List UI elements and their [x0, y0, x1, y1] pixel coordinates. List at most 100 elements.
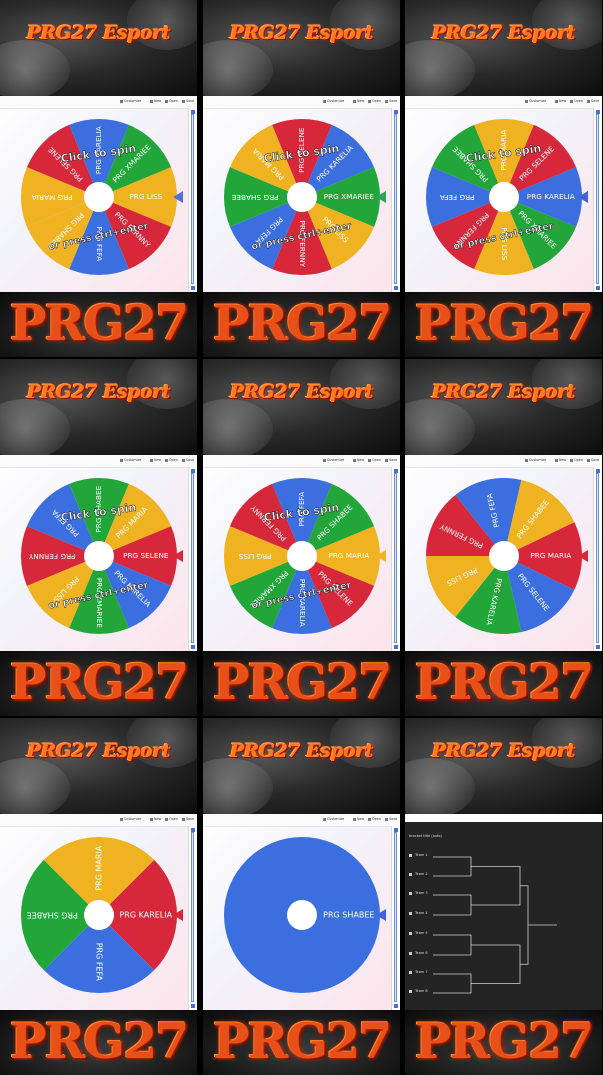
open-button-label: Open [372, 99, 381, 103]
new-button-label: New [154, 817, 162, 821]
open-icon [165, 817, 168, 821]
side-indicator-icon [191, 286, 195, 290]
customize-icon [323, 817, 326, 821]
open-button[interactable]: Open [570, 458, 583, 462]
bottom-banner: PRG27 [405, 651, 602, 716]
spin-wheel[interactable]: PRG SELENEPRG KARELIAPRG XMARIEEPRG LISS… [19, 476, 187, 636]
new-button[interactable]: New [353, 817, 364, 821]
customize-button-label: Customize [124, 817, 142, 821]
save-button[interactable]: Save [385, 817, 397, 821]
entries-side-panel[interactable] [188, 108, 197, 292]
customize-icon [120, 458, 123, 462]
spin-wheel[interactable]: PRG XMARIEEPRG LISSPRG FERNNYPRG FEFAPRG… [222, 117, 390, 277]
prg27-logo-text: PRG27 [212, 653, 393, 711]
open-button-label: Open [169, 99, 178, 103]
entries-textbox[interactable] [191, 832, 194, 1002]
wheel-hub[interactable] [84, 182, 114, 212]
wheel-hub[interactable] [84, 541, 114, 571]
customize-button[interactable]: Customize [525, 99, 546, 103]
wheel-screen: Customize New Open Save PRG MARIA PRG SELENE P… [203, 455, 400, 651]
save-button[interactable]: Save [182, 817, 194, 821]
prg27-logo-text: PRG27 [414, 1012, 595, 1070]
customize-button[interactable]: Customize [120, 99, 141, 103]
new-button[interactable]: New [150, 817, 161, 821]
entries-textbox[interactable] [394, 832, 397, 1002]
open-button[interactable]: Open [368, 817, 381, 821]
open-button[interactable]: Open [165, 458, 178, 462]
save-button[interactable]: Save [587, 458, 599, 462]
entries-textbox[interactable] [191, 114, 194, 284]
wheel-hub[interactable] [287, 182, 317, 212]
new-button[interactable]: New [353, 458, 364, 462]
entries-side-panel[interactable] [391, 826, 400, 1010]
entries-textbox[interactable] [596, 114, 599, 284]
customize-button[interactable]: Customize [323, 99, 344, 103]
spin-wheel[interactable]: PRG KARELIA PRG FEFA PRG SHABEE PRG MARIA [19, 835, 187, 995]
spin-wheel[interactable]: PRG MARIAPRG SELENEPRG KARELIAPRG XMARIE… [222, 476, 390, 636]
open-button-label: Open [169, 817, 178, 821]
prg27-logo-text: PRG27 [9, 653, 190, 711]
app-toolbar: Customize New Open Save [405, 96, 602, 109]
new-button[interactable]: New [150, 458, 161, 462]
entries-textbox[interactable] [394, 473, 397, 643]
new-button[interactable]: New [555, 458, 566, 462]
entries-side-panel[interactable] [391, 108, 400, 292]
spin-wheel[interactable]: PRG LISSPRG FERNNYPRG FEFAPRG SHABEEPRG … [19, 117, 187, 277]
entries-side-panel[interactable] [593, 108, 602, 292]
customize-button[interactable]: Customize [525, 458, 546, 462]
open-icon [570, 458, 573, 462]
entries-side-panel[interactable] [188, 467, 197, 651]
wheel-hub[interactable] [287, 900, 317, 930]
new-button-label: New [154, 458, 162, 462]
entries-side-panel[interactable] [593, 467, 602, 651]
entries-textbox[interactable] [191, 473, 194, 643]
open-button[interactable]: Open [165, 817, 178, 821]
spin-wheel[interactable]: PRG KARELIAPRG XMARIEEPRG LISSPRG FERNNY… [424, 117, 592, 277]
esport-logo-text: PRG27 Esport [229, 381, 374, 403]
panel-9: PRG27 Esport PRG27 bracket title (auto) Tea… [405, 718, 602, 1075]
open-button[interactable]: Open [165, 99, 178, 103]
spin-wheel[interactable]: PRG MARIAPRG SELENEPRG KARELIAPRG LISSPR… [424, 476, 592, 636]
save-button[interactable]: Save [182, 99, 194, 103]
entries-side-panel[interactable] [188, 826, 197, 1010]
customize-button[interactable]: Customize [120, 817, 141, 821]
wheel-hub[interactable] [84, 900, 114, 930]
save-button[interactable]: Save [587, 99, 599, 103]
entries-textbox[interactable] [596, 473, 599, 643]
new-button-label: New [357, 817, 365, 821]
panel-1: PRG27 Esport PRG27 Customize New Open Save PRG… [0, 0, 197, 357]
new-button-label: New [559, 99, 567, 103]
open-icon [368, 458, 371, 462]
wheel-slice-label: PRG FEFA [440, 193, 475, 202]
wheel-hub[interactable] [287, 541, 317, 571]
prg27-logo-text: PRG27 [414, 294, 595, 352]
customize-button[interactable]: Customize [323, 817, 344, 821]
save-button[interactable]: Save [385, 99, 397, 103]
customize-button[interactable]: Customize [323, 458, 344, 462]
new-button[interactable]: New [150, 99, 161, 103]
customize-button[interactable]: Customize [120, 458, 141, 462]
wheel-hub[interactable] [489, 541, 519, 571]
spin-wheel[interactable]: PRG SHABEE [222, 835, 390, 995]
open-button[interactable]: Open [368, 458, 381, 462]
new-button[interactable]: New [555, 99, 566, 103]
prg27-logo-text: PRG27 [9, 1012, 190, 1070]
wheel-screen: Customize New Open Save PRG LISS PRG FERNNY PR… [0, 96, 197, 292]
wheel-slice-label: PRG MARIA [328, 551, 369, 560]
save-button[interactable]: Save [182, 458, 194, 462]
save-icon [182, 817, 185, 821]
panel-4: PRG27 Esport PRG27 Customize New Open Save PRG… [0, 359, 197, 716]
esport-logo-text: PRG27 Esport [229, 740, 374, 762]
save-button[interactable]: Save [385, 458, 397, 462]
bottom-banner: PRG27 [0, 292, 197, 357]
open-button-label: Open [372, 817, 381, 821]
esport-logo-text: PRG27 Esport [26, 381, 171, 403]
wheel-hub[interactable] [489, 182, 519, 212]
smoke-decoration [405, 40, 475, 96]
entries-textbox[interactable] [394, 114, 397, 284]
new-button[interactable]: New [353, 99, 364, 103]
customize-button-label: Customize [529, 99, 547, 103]
open-button[interactable]: Open [368, 99, 381, 103]
entries-side-panel[interactable] [391, 467, 400, 651]
open-button[interactable]: Open [570, 99, 583, 103]
